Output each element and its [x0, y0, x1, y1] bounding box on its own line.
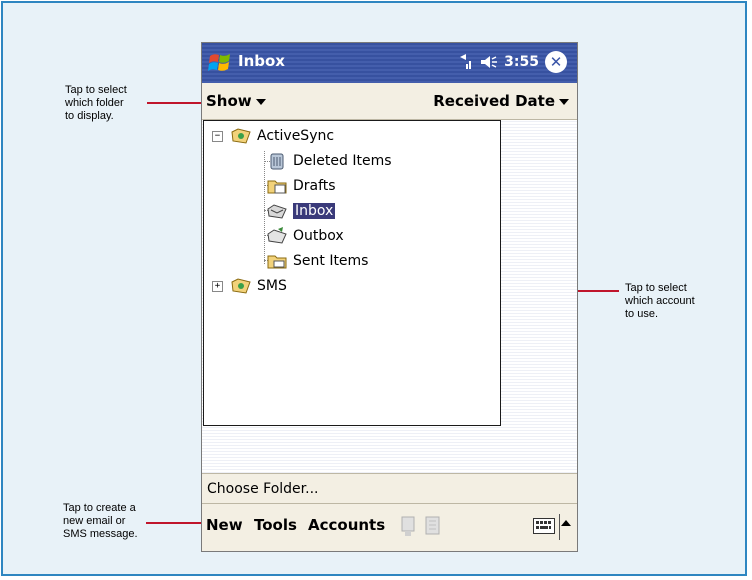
tree-line	[264, 151, 265, 264]
clock-time[interactable]: 3:55	[504, 54, 539, 70]
tree-item-outbox[interactable]: Outbox	[266, 224, 344, 248]
callout-new-line: Tap to create a	[63, 502, 136, 514]
tree-item-inbox[interactable]: Inbox	[266, 199, 336, 223]
folder-icon	[231, 128, 251, 144]
divider	[559, 514, 560, 540]
callout-new: Tap to create a new email or SMS message…	[63, 502, 138, 541]
tree-item-label: Drafts	[293, 178, 336, 194]
tools-menu-button[interactable]: Tools	[254, 516, 297, 534]
trash-folder-icon	[270, 153, 284, 170]
show-menu-label: Show	[206, 92, 252, 110]
tree-item-sent-items[interactable]: Sent Items	[266, 249, 368, 273]
inbox-icon	[267, 204, 287, 219]
tree-item-drafts[interactable]: Drafts	[266, 174, 336, 198]
folder-icon	[267, 255, 287, 269]
chevron-down-icon	[559, 99, 569, 105]
close-icon[interactable]: ✕	[545, 51, 567, 73]
leader-line-new	[146, 522, 206, 524]
tree-item-activesync[interactable]: ActiveSync	[230, 124, 334, 148]
windows-logo-icon[interactable]	[207, 50, 233, 76]
sort-menu-button[interactable]: Received Date	[433, 92, 569, 110]
folder-tree: − ActiveSync Deleted Items Drafts Inbox …	[203, 120, 501, 426]
callout-new-line: SMS message.	[63, 528, 138, 540]
message-list-area: − ActiveSync Deleted Items Drafts Inbox …	[202, 120, 577, 473]
keyboard-icon[interactable]	[533, 518, 555, 534]
tree-item-label-selected: Inbox	[293, 203, 336, 219]
show-menu-button[interactable]: Show	[206, 92, 266, 110]
callout-new-line: new email or	[63, 515, 126, 527]
callout-accounts: Tap to select which account to use.	[625, 282, 695, 321]
send-receive-icon[interactable]	[399, 514, 417, 538]
folder-icon	[231, 278, 251, 294]
folder-icon	[267, 180, 287, 194]
tree-item-label: SMS	[257, 278, 287, 294]
pocketpc-screen: Inbox 3:55 ✕ Show Received Date − Active…	[201, 42, 578, 552]
new-button[interactable]: New	[206, 516, 243, 534]
callout-show-line: which folder	[65, 97, 124, 109]
accounts-menu-button[interactable]: Accounts	[308, 516, 385, 534]
callout-accounts-line: which account	[625, 295, 695, 307]
outbox-icon	[267, 227, 287, 244]
tree-item-label: Deleted Items	[293, 153, 392, 169]
tree-item-label: Outbox	[293, 228, 344, 244]
expand-toggle[interactable]: +	[212, 281, 223, 292]
input-panel-arrow-icon[interactable]	[561, 520, 571, 526]
tree-item-label: ActiveSync	[257, 128, 335, 144]
choose-folder-label: Choose Folder...	[207, 481, 319, 497]
delete-message-icon[interactable]	[424, 514, 442, 538]
leader-line-show	[147, 102, 205, 104]
callout-show-line: Tap to select	[65, 84, 127, 96]
tree-item-label: Sent Items	[293, 253, 369, 269]
chevron-down-icon	[255, 99, 266, 105]
tree-item-sms[interactable]: SMS	[230, 274, 287, 298]
choose-folder-bar[interactable]: Choose Folder...	[202, 473, 577, 503]
window-title: Inbox	[238, 52, 285, 70]
callout-show-line: to display.	[65, 110, 114, 122]
tree-item-deleted-items[interactable]: Deleted Items	[266, 149, 392, 173]
speaker-icon[interactable]	[480, 54, 498, 70]
command-bar: New Tools Accounts	[202, 503, 577, 551]
keyboard-keys-icon	[536, 521, 551, 529]
menu-bar: Show Received Date	[202, 83, 577, 120]
collapse-toggle[interactable]: −	[212, 131, 223, 142]
callout-accounts-line: to use.	[625, 308, 659, 320]
callout-accounts-line: Tap to select	[625, 282, 687, 294]
sort-menu-label: Received Date	[433, 92, 555, 110]
signal-icon[interactable]	[458, 53, 474, 71]
callout-show: Tap to select which folder to display.	[65, 84, 127, 123]
title-bar: Inbox 3:55 ✕	[202, 43, 577, 83]
status-area: 3:55 ✕	[458, 51, 567, 73]
